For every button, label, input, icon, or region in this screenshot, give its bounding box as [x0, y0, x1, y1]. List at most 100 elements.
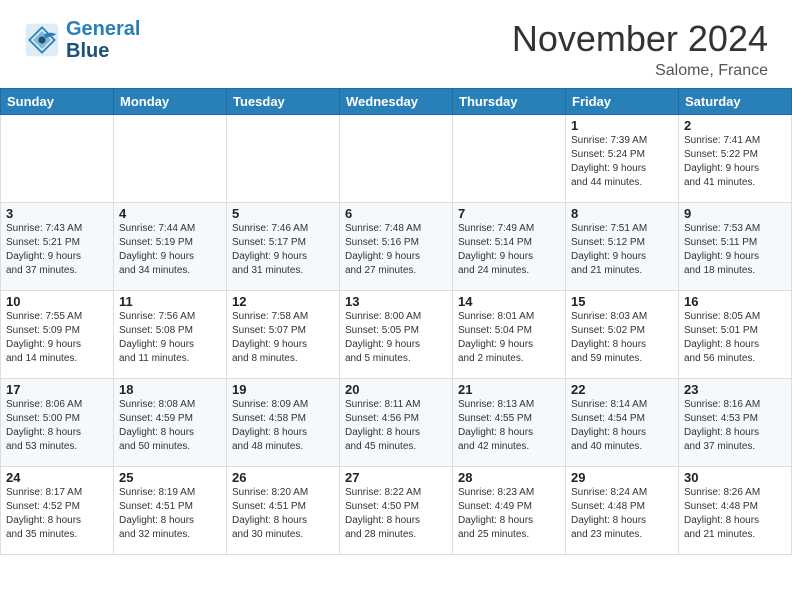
- day-info: Sunrise: 8:16 AMSunset: 4:53 PMDaylight:…: [684, 398, 786, 454]
- day-info: Sunrise: 8:23 AMSunset: 4:49 PMDaylight:…: [458, 486, 560, 542]
- day-number: 22: [571, 382, 673, 397]
- day-cell: 11Sunrise: 7:56 AMSunset: 5:08 PMDayligh…: [114, 291, 227, 379]
- day-cell: 13Sunrise: 8:00 AMSunset: 5:05 PMDayligh…: [340, 291, 453, 379]
- day-number: 16: [684, 294, 786, 309]
- day-number: 2: [684, 118, 786, 133]
- day-number: 3: [6, 206, 108, 221]
- day-cell: 25Sunrise: 8:19 AMSunset: 4:51 PMDayligh…: [114, 467, 227, 555]
- weekday-header-monday: Monday: [114, 89, 227, 115]
- day-cell: 14Sunrise: 8:01 AMSunset: 5:04 PMDayligh…: [453, 291, 566, 379]
- day-info: Sunrise: 8:22 AMSunset: 4:50 PMDaylight:…: [345, 486, 447, 542]
- calendar-wrapper: SundayMondayTuesdayWednesdayThursdayFrid…: [0, 88, 792, 555]
- day-info: Sunrise: 8:19 AMSunset: 4:51 PMDaylight:…: [119, 486, 221, 542]
- day-info: Sunrise: 8:14 AMSunset: 4:54 PMDaylight:…: [571, 398, 673, 454]
- weekday-header-row: SundayMondayTuesdayWednesdayThursdayFrid…: [1, 89, 792, 115]
- day-info: Sunrise: 8:06 AMSunset: 5:00 PMDaylight:…: [6, 398, 108, 454]
- day-cell: 7Sunrise: 7:49 AMSunset: 5:14 PMDaylight…: [453, 203, 566, 291]
- day-info: Sunrise: 7:55 AMSunset: 5:09 PMDaylight:…: [6, 310, 108, 366]
- day-cell: 1Sunrise: 7:39 AMSunset: 5:24 PMDaylight…: [566, 115, 679, 203]
- day-cell: 29Sunrise: 8:24 AMSunset: 4:48 PMDayligh…: [566, 467, 679, 555]
- month-title: November 2024: [512, 18, 768, 60]
- day-cell: 26Sunrise: 8:20 AMSunset: 4:51 PMDayligh…: [227, 467, 340, 555]
- week-row-1: 1Sunrise: 7:39 AMSunset: 5:24 PMDaylight…: [1, 115, 792, 203]
- day-number: 25: [119, 470, 221, 485]
- day-cell: 30Sunrise: 8:26 AMSunset: 4:48 PMDayligh…: [679, 467, 792, 555]
- day-info: Sunrise: 7:53 AMSunset: 5:11 PMDaylight:…: [684, 222, 786, 278]
- day-cell: 17Sunrise: 8:06 AMSunset: 5:00 PMDayligh…: [1, 379, 114, 467]
- day-info: Sunrise: 7:43 AMSunset: 5:21 PMDaylight:…: [6, 222, 108, 278]
- day-cell: 15Sunrise: 8:03 AMSunset: 5:02 PMDayligh…: [566, 291, 679, 379]
- day-cell: 2Sunrise: 7:41 AMSunset: 5:22 PMDaylight…: [679, 115, 792, 203]
- calendar-table: SundayMondayTuesdayWednesdayThursdayFrid…: [0, 88, 792, 555]
- week-row-5: 24Sunrise: 8:17 AMSunset: 4:52 PMDayligh…: [1, 467, 792, 555]
- logo: General Blue: [24, 18, 140, 62]
- day-cell: 6Sunrise: 7:48 AMSunset: 5:16 PMDaylight…: [340, 203, 453, 291]
- day-number: 21: [458, 382, 560, 397]
- day-number: 12: [232, 294, 334, 309]
- day-info: Sunrise: 8:11 AMSunset: 4:56 PMDaylight:…: [345, 398, 447, 454]
- day-info: Sunrise: 8:26 AMSunset: 4:48 PMDaylight:…: [684, 486, 786, 542]
- day-info: Sunrise: 8:03 AMSunset: 5:02 PMDaylight:…: [571, 310, 673, 366]
- day-number: 19: [232, 382, 334, 397]
- day-cell: [453, 115, 566, 203]
- day-info: Sunrise: 8:05 AMSunset: 5:01 PMDaylight:…: [684, 310, 786, 366]
- logo-icon: [24, 22, 60, 58]
- day-info: Sunrise: 8:09 AMSunset: 4:58 PMDaylight:…: [232, 398, 334, 454]
- day-info: Sunrise: 8:24 AMSunset: 4:48 PMDaylight:…: [571, 486, 673, 542]
- weekday-header-saturday: Saturday: [679, 89, 792, 115]
- day-cell: 21Sunrise: 8:13 AMSunset: 4:55 PMDayligh…: [453, 379, 566, 467]
- day-number: 18: [119, 382, 221, 397]
- day-info: Sunrise: 8:17 AMSunset: 4:52 PMDaylight:…: [6, 486, 108, 542]
- location: Salome, France: [512, 62, 768, 80]
- week-row-4: 17Sunrise: 8:06 AMSunset: 5:00 PMDayligh…: [1, 379, 792, 467]
- day-cell: 5Sunrise: 7:46 AMSunset: 5:17 PMDaylight…: [227, 203, 340, 291]
- day-cell: 4Sunrise: 7:44 AMSunset: 5:19 PMDaylight…: [114, 203, 227, 291]
- day-number: 27: [345, 470, 447, 485]
- day-cell: 16Sunrise: 8:05 AMSunset: 5:01 PMDayligh…: [679, 291, 792, 379]
- day-number: 26: [232, 470, 334, 485]
- day-info: Sunrise: 7:56 AMSunset: 5:08 PMDaylight:…: [119, 310, 221, 366]
- day-cell: 23Sunrise: 8:16 AMSunset: 4:53 PMDayligh…: [679, 379, 792, 467]
- day-number: 5: [232, 206, 334, 221]
- day-number: 29: [571, 470, 673, 485]
- day-info: Sunrise: 7:44 AMSunset: 5:19 PMDaylight:…: [119, 222, 221, 278]
- day-info: Sunrise: 7:48 AMSunset: 5:16 PMDaylight:…: [345, 222, 447, 278]
- day-cell: 27Sunrise: 8:22 AMSunset: 4:50 PMDayligh…: [340, 467, 453, 555]
- day-cell: 10Sunrise: 7:55 AMSunset: 5:09 PMDayligh…: [1, 291, 114, 379]
- day-info: Sunrise: 7:46 AMSunset: 5:17 PMDaylight:…: [232, 222, 334, 278]
- day-cell: [227, 115, 340, 203]
- weekday-header-friday: Friday: [566, 89, 679, 115]
- day-cell: 22Sunrise: 8:14 AMSunset: 4:54 PMDayligh…: [566, 379, 679, 467]
- day-info: Sunrise: 8:08 AMSunset: 4:59 PMDaylight:…: [119, 398, 221, 454]
- day-number: 28: [458, 470, 560, 485]
- weekday-header-sunday: Sunday: [1, 89, 114, 115]
- day-cell: 3Sunrise: 7:43 AMSunset: 5:21 PMDaylight…: [1, 203, 114, 291]
- day-number: 8: [571, 206, 673, 221]
- day-number: 15: [571, 294, 673, 309]
- day-info: Sunrise: 7:41 AMSunset: 5:22 PMDaylight:…: [684, 134, 786, 190]
- page-header: General Blue November 2024 Salome, Franc…: [0, 0, 792, 88]
- day-number: 6: [345, 206, 447, 221]
- day-info: Sunrise: 7:51 AMSunset: 5:12 PMDaylight:…: [571, 222, 673, 278]
- day-number: 9: [684, 206, 786, 221]
- day-info: Sunrise: 8:00 AMSunset: 5:05 PMDaylight:…: [345, 310, 447, 366]
- day-cell: 12Sunrise: 7:58 AMSunset: 5:07 PMDayligh…: [227, 291, 340, 379]
- day-number: 7: [458, 206, 560, 221]
- title-block: November 2024 Salome, France: [512, 18, 768, 80]
- day-cell: 18Sunrise: 8:08 AMSunset: 4:59 PMDayligh…: [114, 379, 227, 467]
- day-number: 10: [6, 294, 108, 309]
- day-number: 13: [345, 294, 447, 309]
- day-number: 17: [6, 382, 108, 397]
- day-cell: [1, 115, 114, 203]
- day-info: Sunrise: 8:13 AMSunset: 4:55 PMDaylight:…: [458, 398, 560, 454]
- day-number: 1: [571, 118, 673, 133]
- day-number: 20: [345, 382, 447, 397]
- day-number: 4: [119, 206, 221, 221]
- week-row-3: 10Sunrise: 7:55 AMSunset: 5:09 PMDayligh…: [1, 291, 792, 379]
- day-number: 30: [684, 470, 786, 485]
- day-number: 14: [458, 294, 560, 309]
- day-info: Sunrise: 7:49 AMSunset: 5:14 PMDaylight:…: [458, 222, 560, 278]
- day-number: 11: [119, 294, 221, 309]
- logo-text: General Blue: [66, 18, 140, 62]
- week-row-2: 3Sunrise: 7:43 AMSunset: 5:21 PMDaylight…: [1, 203, 792, 291]
